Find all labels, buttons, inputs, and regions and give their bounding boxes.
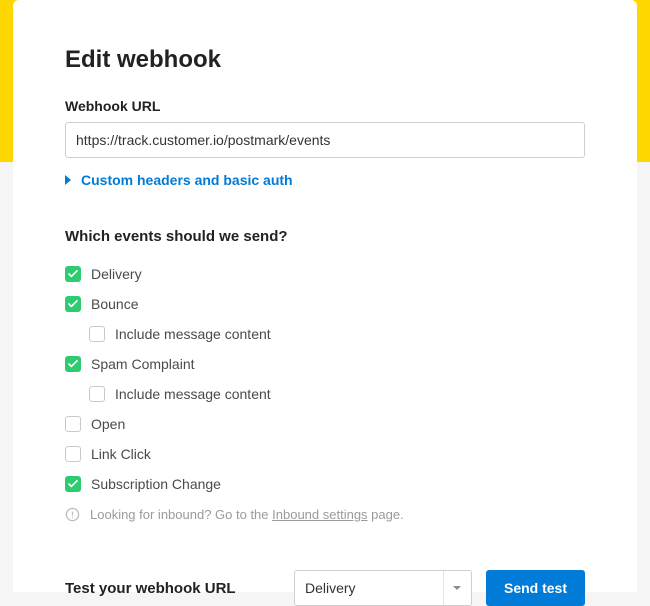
event-row-open: Open bbox=[65, 409, 585, 439]
event-subrow-spam-complaint: Include message content bbox=[89, 379, 585, 409]
inbound-hint-text: Looking for inbound? Go to the Inbound s… bbox=[90, 507, 404, 522]
event-subrow-bounce: Include message content bbox=[89, 319, 585, 349]
edit-webhook-panel: Edit webhook Webhook URL Custom headers … bbox=[13, 0, 637, 592]
event-label: Bounce bbox=[91, 296, 138, 312]
custom-headers-label: Custom headers and basic auth bbox=[81, 172, 293, 188]
event-row-bounce: Bounce bbox=[65, 289, 585, 319]
event-row-spam-complaint: Spam Complaint bbox=[65, 349, 585, 379]
panel-title: Edit webhook bbox=[65, 46, 585, 74]
event-sub-checkbox-bounce[interactable] bbox=[89, 326, 105, 342]
event-row-link-click: Link Click bbox=[65, 439, 585, 469]
webhook-url-label: Webhook URL bbox=[65, 98, 585, 114]
events-title: Which events should we send? bbox=[65, 228, 585, 245]
event-label: Spam Complaint bbox=[91, 356, 195, 372]
custom-headers-toggle[interactable]: Custom headers and basic auth bbox=[65, 172, 585, 188]
event-sub-label: Include message content bbox=[115, 326, 271, 342]
event-label: Delivery bbox=[91, 266, 142, 282]
caret-right-icon bbox=[65, 175, 71, 185]
event-checkbox-spam-complaint[interactable] bbox=[65, 356, 81, 372]
event-row-subscription-change: Subscription Change bbox=[65, 469, 585, 499]
event-checkbox-delivery[interactable] bbox=[65, 266, 81, 282]
send-test-button[interactable]: Send test bbox=[486, 570, 585, 606]
webhook-url-input[interactable] bbox=[65, 122, 585, 158]
event-label: Subscription Change bbox=[91, 476, 221, 492]
info-icon bbox=[65, 507, 80, 522]
events-list: Delivery Bounce Include message content Spa… bbox=[65, 259, 585, 499]
inbound-hint: Looking for inbound? Go to the Inbound s… bbox=[65, 507, 585, 522]
event-checkbox-link-click[interactable] bbox=[65, 446, 81, 462]
event-checkbox-bounce[interactable] bbox=[65, 296, 81, 312]
event-sub-checkbox-spam-complaint[interactable] bbox=[89, 386, 105, 402]
event-checkbox-subscription-change[interactable] bbox=[65, 476, 81, 492]
event-row-delivery: Delivery bbox=[65, 259, 585, 289]
inbound-settings-link[interactable]: Inbound settings bbox=[272, 507, 367, 522]
event-sub-label: Include message content bbox=[115, 386, 271, 402]
test-event-value: Delivery bbox=[305, 580, 356, 596]
test-label: Test your webhook URL bbox=[65, 580, 294, 597]
test-row: Test your webhook URL Delivery Send test bbox=[65, 570, 585, 606]
event-label: Open bbox=[91, 416, 125, 432]
test-event-select[interactable]: Delivery bbox=[294, 570, 472, 606]
event-checkbox-open[interactable] bbox=[65, 416, 81, 432]
event-label: Link Click bbox=[91, 446, 151, 462]
chevron-down-icon bbox=[443, 571, 471, 605]
